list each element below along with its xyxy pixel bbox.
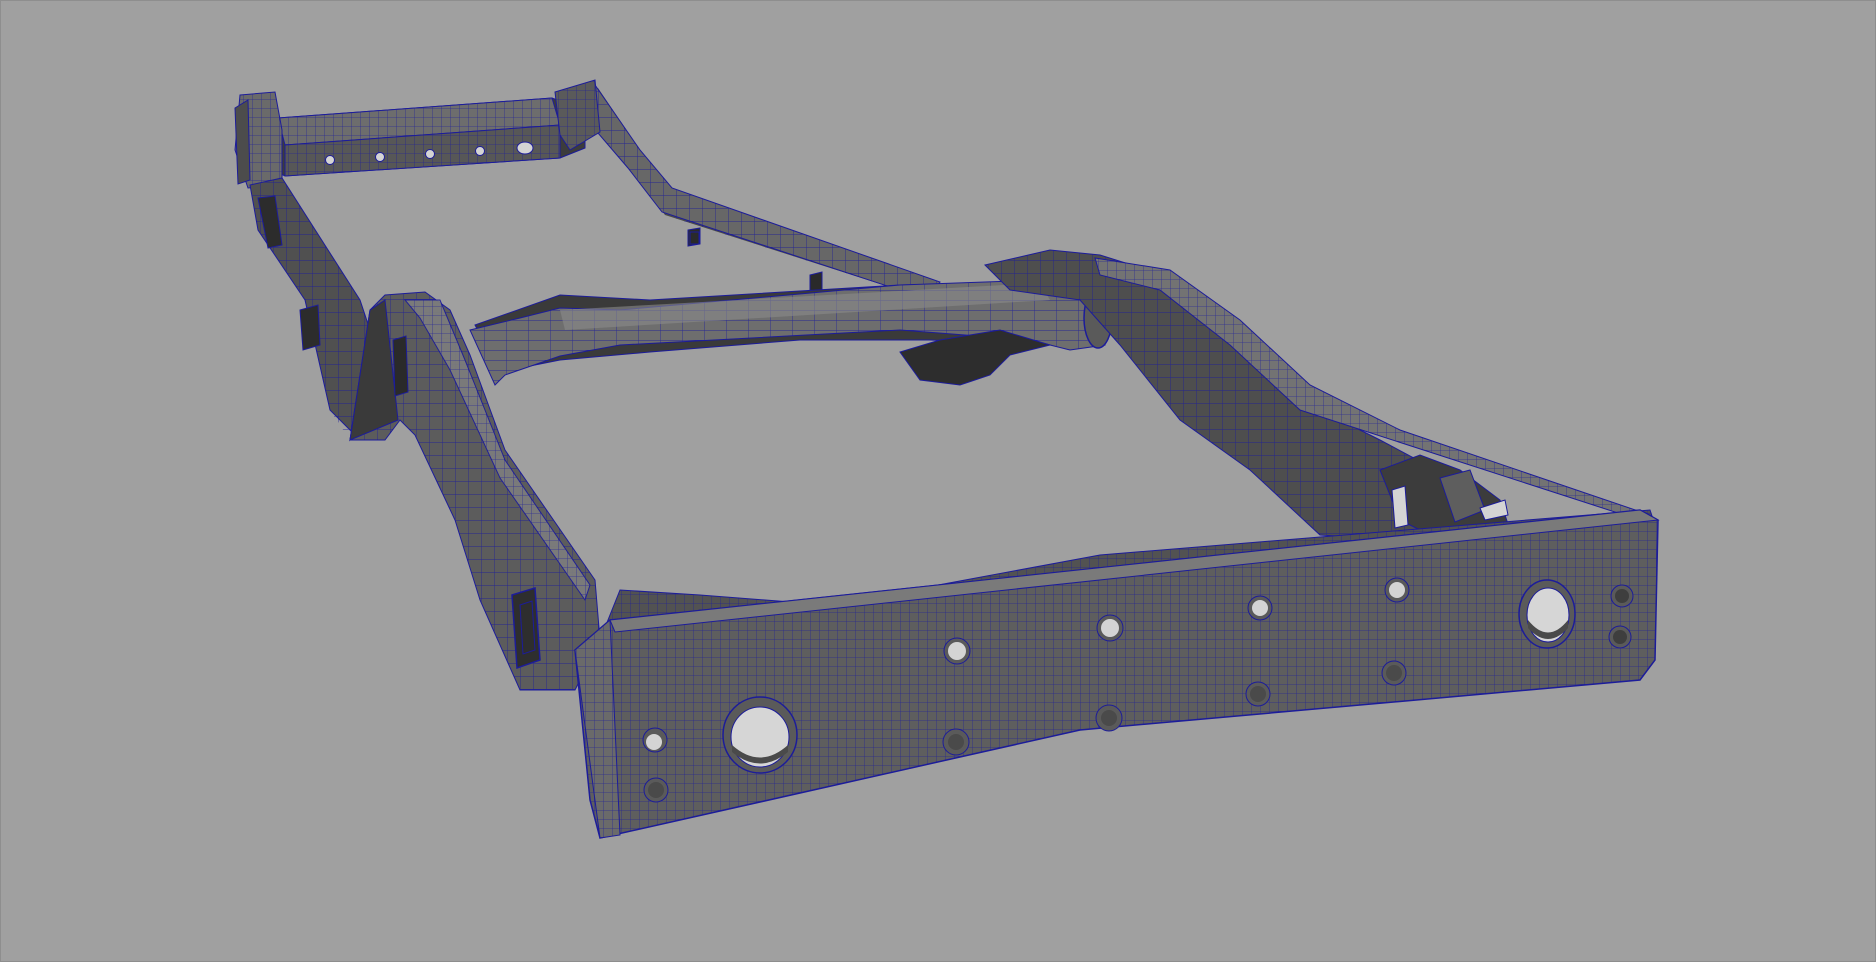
far-side-rail[interactable] (558, 84, 941, 301)
front-cross-member[interactable] (574, 509, 1660, 839)
viewport-scene[interactable] (0, 0, 1876, 962)
mounting-hole (516, 141, 534, 155)
mounting-hole (325, 155, 335, 165)
mounting-hole (1250, 686, 1266, 702)
mounting-hole (948, 734, 964, 750)
mounting-hole (1389, 582, 1405, 598)
rail-cutout (689, 231, 700, 245)
rail-cutout (511, 587, 541, 670)
rail-cutout (1391, 485, 1409, 529)
mounting-hole (1101, 619, 1119, 637)
3d-viewport-panel[interactable] (0, 0, 1876, 962)
mounting-hole (475, 146, 485, 156)
rail-cutout (392, 335, 409, 397)
right-side-rail[interactable] (984, 249, 1656, 546)
mounting-hole (1101, 710, 1117, 726)
mounting-hole (948, 642, 966, 660)
mounting-hole (1615, 589, 1629, 603)
mounting-hole (648, 782, 664, 798)
near-side-rail[interactable] (249, 177, 601, 691)
mounting-hole (1386, 665, 1402, 681)
mounting-hole (1252, 600, 1268, 616)
mounting-hole (646, 734, 662, 750)
mounting-hole (375, 152, 385, 162)
tube-cross-member[interactable] (469, 279, 1113, 386)
rear-cross-member[interactable] (234, 79, 601, 189)
mounting-hole (1613, 630, 1627, 644)
mounting-hole (425, 149, 435, 159)
